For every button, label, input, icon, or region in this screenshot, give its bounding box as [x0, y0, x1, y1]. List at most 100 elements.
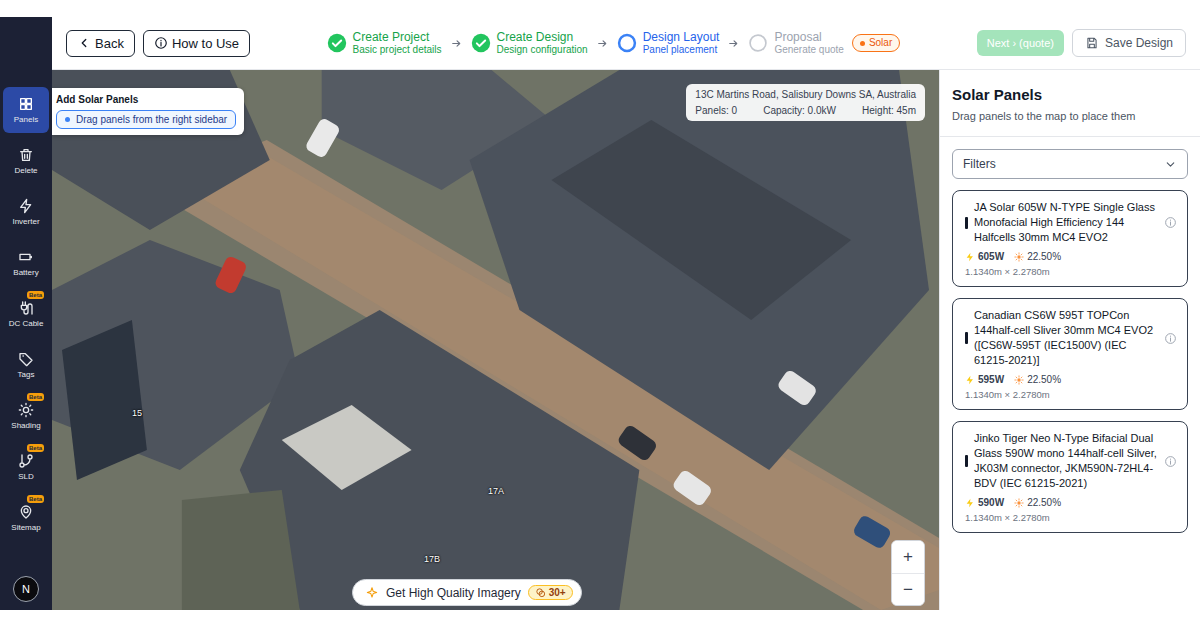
filters-dropdown[interactable]: Filters: [952, 149, 1188, 179]
chevron-down-icon: [1164, 158, 1177, 171]
tool-card-hint: Drag panels from the right sidebar: [56, 110, 236, 129]
card-header: Jinko Tiger Neo N-Type Bifacial Dual Gla…: [965, 431, 1177, 491]
sidebar-icon-wrap: Beta: [18, 504, 34, 520]
project-stat: Height: 45m: [862, 105, 916, 116]
step-text: Design LayoutPanel placement: [643, 30, 720, 56]
drag-handle[interactable]: [965, 455, 968, 467]
lightning-icon: [965, 252, 975, 262]
lightning-icon: [965, 375, 975, 385]
panel-title: Solar Panels: [952, 86, 1188, 103]
info-icon[interactable]: [1164, 216, 1177, 229]
sidebar-item[interactable]: Beta Sitemap: [3, 495, 49, 541]
coin-icon: [535, 587, 546, 598]
sidebar-item[interactable]: Tags: [3, 342, 49, 388]
arrow-right-icon: [727, 37, 740, 50]
parcel-label: 15: [132, 408, 142, 418]
panel-power: 590W: [965, 497, 1004, 508]
panel-specs: 605W22.50%: [965, 251, 1177, 262]
sidebar-label: Sitemap: [11, 523, 40, 532]
cable-icon: [18, 300, 34, 316]
step-title: Design Layout: [643, 30, 720, 44]
sidebar-icon-wrap: [18, 198, 34, 214]
branch-icon: [18, 453, 34, 469]
sidebar-item[interactable]: Delete: [3, 138, 49, 184]
info-icon[interactable]: [1164, 455, 1177, 468]
panel-specs: 590W22.50%: [965, 497, 1177, 508]
satellite-image: [52, 70, 939, 610]
chevron-left-icon: [77, 36, 91, 50]
panel-list: Filters JA Solar 605W N-TYPE Single Glass…: [940, 137, 1200, 545]
info-icon[interactable]: [1164, 332, 1177, 345]
arrow-right-icon: [450, 37, 463, 50]
stepper: Create ProjectBasic project details Creat…: [260, 30, 967, 56]
beta-badge: Beta: [27, 444, 44, 452]
sidebar: Panels Delete Inverter Battery Beta DC Cable T…: [0, 17, 52, 610]
panel-subtitle: Drag panels to the map to place them: [952, 110, 1188, 122]
card-header: JA Solar 605W N-TYPE Single Glass Monofa…: [965, 200, 1177, 245]
current-step-icon: [617, 33, 637, 53]
panel-name: Canadian CS6W 595T TOPCon 144half-cell S…: [974, 308, 1158, 368]
sidebar-item[interactable]: BetaSLD: [3, 444, 49, 490]
pending-step-icon: [748, 33, 768, 53]
project-address: 13C Martins Road, Salisbury Downs SA, Au…: [695, 89, 916, 100]
sidebar-item[interactable]: Beta DC Cable: [3, 291, 49, 337]
sidebar-item[interactable]: Beta Shading: [3, 393, 49, 439]
panel-header: Solar Panels Drag panels to the map to pl…: [940, 70, 1200, 137]
project-stat: Panels: 0: [695, 105, 737, 116]
panel-specs: 595W22.50%: [965, 374, 1177, 385]
next-button[interactable]: Next › (quote): [977, 30, 1064, 56]
step: Create ProjectBasic project details: [327, 30, 442, 56]
zoom-button[interactable]: +: [892, 541, 924, 573]
step: ProposalGenerate quote: [748, 30, 844, 56]
sidebar-icon-wrap: Beta: [18, 402, 34, 418]
save-icon: [1085, 36, 1099, 50]
beta-badge: Beta: [27, 291, 44, 299]
solar-panels-sidebar: Solar Panels Drag panels to the map to pl…: [939, 70, 1200, 610]
step-subtitle: Design configuration: [497, 44, 588, 56]
sidebar-item[interactable]: Battery: [3, 240, 49, 286]
sidebar-icon-wrap: [18, 96, 34, 112]
drag-handle[interactable]: [965, 217, 968, 229]
panel-card[interactable]: JA Solar 605W N-TYPE Single Glass Monofa…: [952, 190, 1188, 287]
lightning-icon: [18, 198, 34, 214]
sidebar-item[interactable]: Inverter: [3, 189, 49, 235]
panel-card[interactable]: Canadian CS6W 595T TOPCon 144half-cell S…: [952, 298, 1188, 410]
check-circle-icon: [471, 33, 491, 53]
sidebar-icon-wrap: [18, 147, 34, 163]
panel-efficiency: 22.50%: [1014, 251, 1061, 262]
step: Create DesignDesign configuration: [471, 30, 588, 56]
sidebar-icon-wrap: Beta: [18, 300, 34, 316]
sparkle-icon: [365, 586, 379, 600]
step-title: Create Design: [497, 30, 588, 44]
panel-card[interactable]: Jinko Tiger Neo N-Type Bifacial Dual Gla…: [952, 421, 1188, 533]
sidebar-label: DC Cable: [9, 319, 44, 328]
step-text: Create DesignDesign configuration: [497, 30, 588, 56]
arrow-right-icon: [596, 37, 609, 50]
step-text: ProposalGenerate quote: [774, 30, 844, 56]
drag-handle[interactable]: [965, 332, 968, 344]
battery-icon: [18, 249, 34, 265]
save-design-button[interactable]: Save Design: [1072, 29, 1186, 57]
sidebar-label: Inverter: [12, 217, 39, 226]
panel-name: JA Solar 605W N-TYPE Single Glass Monofa…: [974, 200, 1158, 245]
sidebar-label: Shading: [11, 421, 40, 430]
step-subtitle: Generate quote: [774, 44, 844, 56]
sidebar-label: Panels: [14, 115, 38, 124]
sidebar-icon-wrap: Beta: [18, 453, 34, 469]
project-stat: Capacity: 0.0kW: [763, 105, 836, 116]
hint-dot: [65, 117, 70, 122]
sidebar-label: Tags: [18, 370, 35, 379]
step: Design LayoutPanel placement: [617, 30, 720, 56]
step-subtitle: Panel placement: [643, 44, 720, 56]
sidebar-item[interactable]: Panels: [3, 87, 49, 133]
back-button[interactable]: Back: [66, 30, 135, 57]
zoom-button[interactable]: −: [892, 573, 924, 605]
sidebar-label: Delete: [14, 166, 37, 175]
check-circle-icon: [327, 33, 347, 53]
parcel-label: 17B: [424, 554, 440, 564]
user-avatar[interactable]: N: [13, 576, 39, 602]
how-to-use-button[interactable]: How to Use: [143, 30, 250, 57]
high-quality-imagery-button[interactable]: Get High Quality Imagery30+: [352, 579, 582, 606]
beta-badge: Beta: [27, 393, 44, 401]
map-canvas[interactable]: 1517A17BAdd Solar PanelsDrag panels from…: [52, 70, 939, 610]
